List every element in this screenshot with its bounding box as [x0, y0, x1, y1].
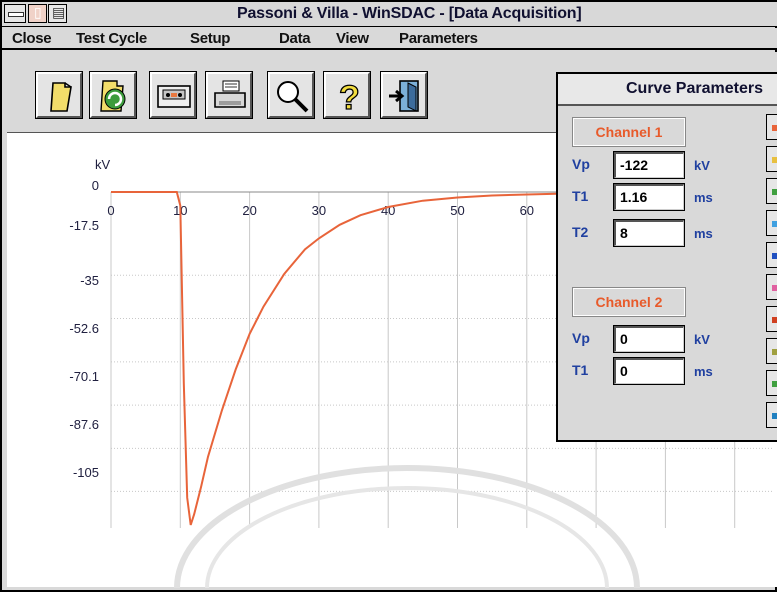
- panel-title: Curve Parameters: [558, 74, 777, 106]
- ch1-vp-label: Vp: [572, 156, 590, 172]
- ch1-t2-label: T2: [572, 224, 589, 240]
- ch1-vp-field[interactable]: -122: [613, 151, 685, 179]
- color-swatch-dot: [772, 285, 777, 291]
- ch1-vp-unit: kV: [694, 158, 710, 173]
- y-tick-label: -52.6: [69, 321, 99, 336]
- color-swatch-dot: [772, 221, 777, 227]
- y-tick-label: -35: [80, 273, 99, 288]
- ch2-t1-label: T1: [572, 362, 589, 378]
- y-tick-label: -17.5: [69, 218, 99, 233]
- exit-icon: [389, 80, 419, 112]
- color-swatch-dot: [772, 125, 777, 131]
- x-tick-label: 50: [450, 203, 464, 218]
- ch2-vp-field[interactable]: 0: [613, 325, 685, 353]
- ch1-t2-unit: ms: [694, 226, 713, 241]
- tape-icon: [157, 85, 191, 108]
- x-tick-label: 30: [312, 203, 326, 218]
- color-swatch-button[interactable]: [766, 178, 777, 204]
- curve-parameters-panel: Curve Parameters Channel 1 Vp -122 kV T1…: [556, 72, 777, 442]
- color-swatch-button[interactable]: [766, 338, 777, 364]
- menu-close[interactable]: Close: [12, 30, 52, 47]
- y-tick-label: -87.6: [69, 417, 99, 432]
- channel-2-label: Channel 2: [572, 287, 686, 317]
- color-swatch-dot: [772, 157, 777, 163]
- color-swatch-dot: [772, 317, 777, 323]
- ch1-t1-label: T1: [572, 188, 589, 204]
- waveform-trace: [111, 191, 597, 526]
- color-swatch-button[interactable]: [766, 370, 777, 396]
- main-window: Passoni & Villa - WinSDAC - [Data Acquis…: [0, 0, 777, 592]
- printer-icon: [214, 80, 246, 108]
- ch2-t1-unit: ms: [694, 364, 713, 379]
- color-swatch-button[interactable]: [766, 210, 777, 236]
- magnifier-icon: [277, 81, 309, 113]
- refresh-icon: [100, 80, 126, 112]
- exit-button[interactable]: [380, 71, 428, 119]
- x-tick-label: 60: [520, 203, 534, 218]
- open-file-icon: [50, 82, 72, 112]
- ch2-vp-unit: kV: [694, 332, 710, 347]
- channel-1-label: Channel 1: [572, 117, 686, 147]
- color-swatch-dot: [772, 189, 777, 195]
- color-swatch-dot: [772, 349, 777, 355]
- refresh-button[interactable]: [89, 71, 137, 119]
- y-tick-label: -105: [73, 465, 99, 480]
- menu-parameters[interactable]: Parameters: [399, 30, 478, 47]
- window-title: Passoni & Villa - WinSDAC - [Data Acquis…: [237, 5, 582, 22]
- color-swatch-dot: [772, 413, 777, 419]
- y-tick-label: 0: [92, 178, 99, 193]
- y-unit-label: kV: [95, 157, 111, 172]
- tape-button[interactable]: [149, 71, 197, 119]
- title-bar: Passoni & Villa - WinSDAC - [Data Acquis…: [2, 2, 777, 27]
- color-swatch-button[interactable]: [766, 402, 777, 428]
- menu-data[interactable]: Data: [279, 30, 311, 47]
- color-swatch-button[interactable]: [766, 274, 777, 300]
- menu-bar: Close Test Cycle Setup Data View Paramet…: [2, 28, 777, 50]
- zoom-button[interactable]: [267, 71, 315, 119]
- ch2-t1-field[interactable]: 0: [613, 357, 685, 385]
- color-swatch-dot: [772, 381, 777, 387]
- watermark-arc: [205, 486, 609, 588]
- color-swatch-button[interactable]: [766, 114, 777, 140]
- y-tick-label: -70.1: [69, 369, 99, 384]
- menu-setup[interactable]: Setup: [190, 30, 230, 47]
- color-swatch-button[interactable]: [766, 306, 777, 332]
- color-swatch-dot: [772, 253, 777, 259]
- ch1-t2-field[interactable]: 8: [613, 219, 685, 247]
- color-swatch-button[interactable]: [766, 146, 777, 172]
- menu-test-cycle[interactable]: Test Cycle: [76, 30, 147, 47]
- ch2-vp-label: Vp: [572, 330, 590, 346]
- minimize-button[interactable]: [28, 4, 47, 23]
- ch1-t1-unit: ms: [694, 190, 713, 205]
- print-button[interactable]: [205, 71, 253, 119]
- control-menu-button[interactable]: [4, 4, 26, 23]
- color-swatch-button[interactable]: [766, 242, 777, 268]
- help-button[interactable]: ?: [323, 71, 371, 119]
- ch1-t1-field[interactable]: 1.16: [613, 183, 685, 211]
- menu-view[interactable]: View: [336, 30, 369, 47]
- maximize-button[interactable]: [48, 4, 67, 23]
- x-tick-label: 0: [107, 203, 114, 218]
- help-icon: ?: [338, 78, 360, 115]
- open-file-button[interactable]: [35, 71, 83, 119]
- svg-text:?: ?: [339, 79, 360, 115]
- x-tick-label: 20: [242, 203, 256, 218]
